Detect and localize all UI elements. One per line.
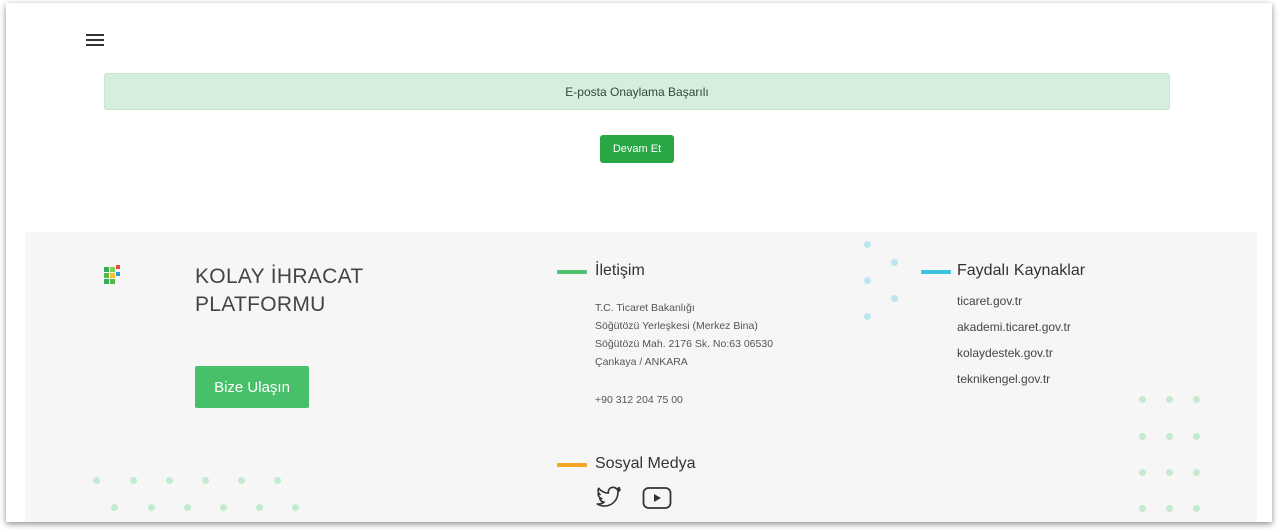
resources-accent-line (921, 270, 951, 274)
contact-accent-line (557, 270, 587, 274)
decor-dot (184, 504, 191, 511)
decor-dot (864, 277, 871, 284)
decor-dot (111, 504, 118, 511)
link-akademi[interactable]: akademi.ticaret.gov.tr (957, 320, 1071, 334)
link-kolaydestek[interactable]: kolaydestek.gov.tr (957, 346, 1053, 360)
social-accent-line (557, 463, 587, 467)
decor-dot (93, 477, 100, 484)
page-window: E-posta Onaylama Başarılı Devam Et KOLAY… (6, 3, 1272, 522)
youtube-icon[interactable] (642, 486, 672, 510)
decor-dot (256, 504, 263, 511)
decor-dot (202, 477, 209, 484)
decor-dot (864, 241, 871, 248)
link-teknikengel[interactable]: teknikengel.gov.tr (957, 372, 1050, 386)
decor-dot (1193, 505, 1200, 512)
decor-dot (1139, 505, 1146, 512)
decor-dot (238, 477, 245, 484)
hamburger-menu-icon[interactable] (86, 33, 104, 47)
social-title: Sosyal Medya (595, 455, 696, 472)
alert-text: E-posta Onaylama Başarılı (565, 84, 709, 99)
decor-dot (864, 313, 871, 320)
phone-number: +90 312 204 75 00 (595, 394, 683, 406)
resources-title: Faydalı Kaynaklar (957, 262, 1086, 279)
decor-dot (274, 477, 281, 484)
continue-button[interactable]: Devam Et (600, 135, 674, 163)
contact-us-button[interactable]: Bize Ulaşın (195, 366, 309, 408)
decor-dot (220, 504, 227, 511)
decor-dot (1139, 396, 1146, 403)
brand-name: KOLAY İHRACAT PLATFORMU (195, 265, 364, 316)
contact-title: İletişim (595, 262, 645, 279)
decor-dot (1193, 396, 1200, 403)
pixel-logo-icon (104, 265, 122, 284)
address-block: T.C. Ticaret Bakanlığı Söğütözü Yerleşke… (595, 302, 774, 368)
decor-dot (292, 504, 299, 511)
decor-dot (891, 259, 898, 266)
decor-dot (1166, 505, 1173, 512)
decor-dot (1166, 469, 1173, 476)
decor-dot (1139, 433, 1146, 440)
decor-dot (148, 504, 155, 511)
twitter-icon[interactable] (596, 486, 622, 508)
decor-dot (1166, 433, 1173, 440)
decor-dot (166, 477, 173, 484)
decor-dot (891, 295, 898, 302)
footer: KOLAY İHRACAT PLATFORMU Bize Ulaşın İlet… (25, 232, 1257, 522)
success-alert: E-posta Onaylama Başarılı (104, 73, 1170, 110)
decor-dot (1139, 469, 1146, 476)
decor-dot (130, 477, 137, 484)
decor-dot (1193, 433, 1200, 440)
decor-dot (1193, 469, 1200, 476)
decor-dot (1166, 396, 1173, 403)
link-ticaret[interactable]: ticaret.gov.tr (957, 294, 1022, 308)
